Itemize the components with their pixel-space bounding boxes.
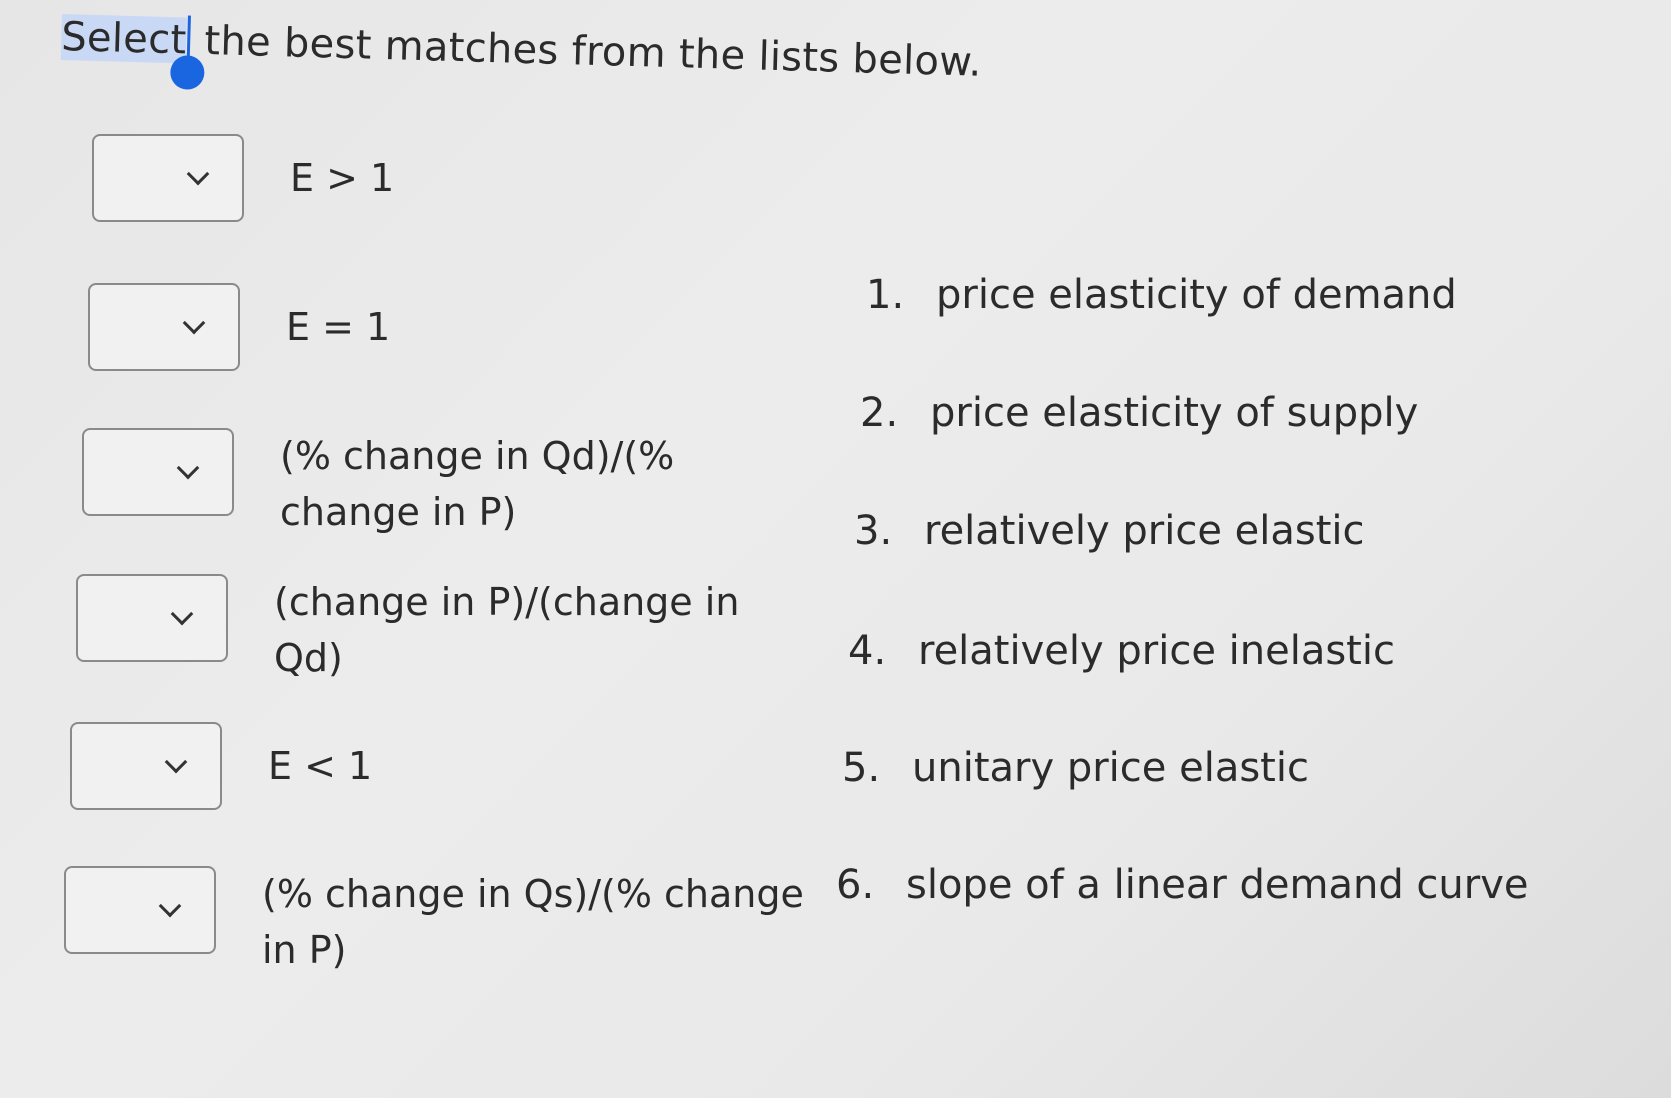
option-item: 6. slope of a linear demand curve [836, 862, 1529, 908]
match-dropdown-4[interactable] [76, 574, 228, 662]
option-item: 2. price elasticity of supply [860, 390, 1418, 436]
match-dropdown-1[interactable] [92, 134, 244, 222]
option-number: 1. [866, 272, 905, 318]
match-row: E < 1 [70, 722, 372, 810]
match-term: (% change in Qs)/(% change in P) [262, 866, 804, 978]
term-line: in P) [262, 928, 347, 972]
term-line: Qd) [274, 636, 343, 680]
option-number: 5. [842, 745, 881, 791]
option-item: 1. price elasticity of demand [866, 272, 1457, 318]
selection-handle-icon[interactable] [170, 55, 206, 90]
match-row: E = 1 [88, 283, 390, 371]
chevron-down-icon [158, 894, 182, 918]
match-term: E = 1 [286, 299, 390, 355]
chevron-down-icon [176, 456, 200, 480]
instruction-text: Select the best matches from the lists b… [60, 12, 983, 90]
option-number: 3. [854, 508, 893, 554]
option-item: 5. unitary price elastic [842, 745, 1309, 791]
option-label: relatively price elastic [924, 508, 1365, 554]
option-label: price elasticity of supply [930, 390, 1419, 436]
match-row: (% change in Qs)/(% change in P) [64, 866, 804, 978]
chevron-down-icon [182, 311, 206, 335]
term-line: E > 1 [290, 156, 395, 200]
match-row: (% change in Qd)/(% change in P) [82, 428, 674, 540]
match-dropdown-3[interactable] [82, 428, 234, 516]
selected-text[interactable]: Select [60, 13, 188, 64]
option-label: relatively price inelastic [918, 628, 1395, 674]
term-line: E < 1 [268, 744, 373, 788]
chevron-down-icon [170, 602, 194, 626]
option-number: 2. [860, 390, 899, 436]
match-term: (% change in Qd)/(% change in P) [280, 428, 674, 540]
term-line: (% change in Qs)/(% change [262, 872, 804, 916]
match-row: (change in P)/(change in Qd) [76, 574, 739, 686]
option-number: 4. [848, 628, 887, 674]
option-item: 3. relatively price elastic [854, 508, 1365, 554]
match-dropdown-5[interactable] [70, 722, 222, 810]
instruction-rest: the best matches from the lists below. [190, 17, 983, 86]
option-label: unitary price elastic [912, 745, 1309, 791]
match-term: E > 1 [290, 150, 394, 206]
match-dropdown-2[interactable] [88, 283, 240, 371]
match-term: (change in P)/(change in Qd) [274, 574, 739, 686]
term-line: change in P) [280, 490, 517, 534]
option-number: 6. [836, 862, 875, 908]
match-row: E > 1 [92, 134, 394, 222]
term-line: E = 1 [286, 305, 391, 349]
chevron-down-icon [164, 750, 188, 774]
option-item: 4. relatively price inelastic [848, 628, 1395, 674]
option-label: price elasticity of demand [936, 272, 1457, 318]
option-label: slope of a linear demand curve [906, 862, 1529, 908]
term-line: (% change in Qd)/(% [280, 434, 675, 478]
match-term: E < 1 [268, 738, 372, 794]
match-dropdown-6[interactable] [64, 866, 216, 954]
chevron-down-icon [186, 162, 210, 186]
term-line: (change in P)/(change in [274, 580, 740, 624]
